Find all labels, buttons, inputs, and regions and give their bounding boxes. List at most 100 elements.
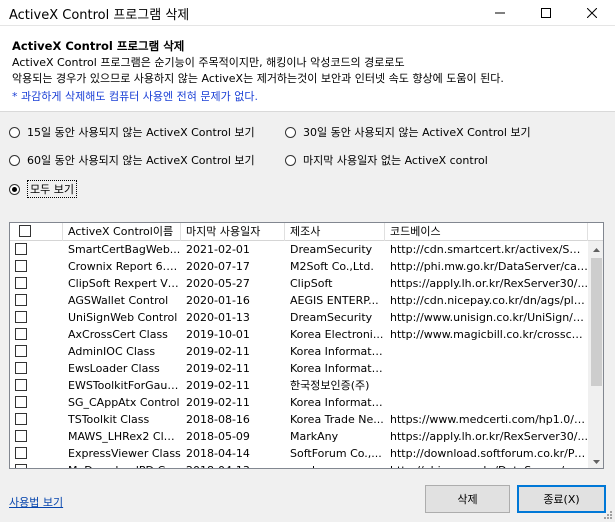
cell-manufacturer: Korea Informati... bbox=[290, 345, 385, 358]
select-all-checkbox[interactable] bbox=[19, 225, 31, 237]
activex-list[interactable]: ActiveX Control이름 마지막 사용일자 제조사 코드베이스 Sma… bbox=[9, 222, 604, 469]
cell-last-used: 2018-04-14 bbox=[186, 447, 250, 460]
cell-last-used: 2019-02-11 bbox=[186, 396, 250, 409]
filter-no-date[interactable]: 마지막 사용일자 없는 ActiveX control bbox=[285, 152, 488, 168]
minimize-button[interactable] bbox=[477, 0, 523, 26]
row-checkbox[interactable] bbox=[15, 311, 27, 323]
header-description-1: ActiveX Control 프로그램은 순기능이 주목적이지만, 해킹이나 … bbox=[12, 56, 405, 69]
table-row[interactable]: EwsLoader Class 2019-02-11 Korea Informati… bbox=[10, 360, 588, 377]
filter-show-all-label: 모두 보기 bbox=[27, 180, 77, 198]
header-title: ActiveX Control 프로그램 삭제 bbox=[12, 39, 185, 53]
vertical-scrollbar[interactable] bbox=[588, 241, 603, 468]
filter-15-days-label: 15일 동안 사용되지 않는 ActiveX Control 보기 bbox=[27, 126, 255, 139]
column-header-name[interactable]: ActiveX Control이름 bbox=[63, 223, 181, 241]
help-link[interactable]: 사용법 보기 bbox=[9, 494, 63, 510]
resize-grip-icon[interactable] bbox=[603, 510, 613, 520]
row-checkbox[interactable] bbox=[15, 294, 27, 306]
maximize-button[interactable] bbox=[523, 0, 569, 26]
table-row[interactable]: MAWS_LHRex2 Class 2018-05-09 MarkAny https:… bbox=[10, 428, 588, 445]
filter-15-days[interactable]: 15일 동안 사용되지 않는 ActiveX Control 보기 bbox=[9, 124, 255, 140]
cell-last-used: 2020-01-13 bbox=[186, 311, 250, 324]
cell-manufacturer: markany bbox=[285, 462, 385, 468]
row-checkbox[interactable] bbox=[15, 430, 27, 442]
cell-name: EWSToolkitForGauc... bbox=[68, 379, 181, 392]
scrollbar-thumb[interactable] bbox=[591, 258, 602, 386]
cell-name: SG_CAppAtx Control bbox=[68, 396, 180, 409]
cell-name: ClipSoft Rexpert Vie... bbox=[68, 277, 181, 290]
row-checkbox[interactable] bbox=[15, 243, 27, 255]
cell-manufacturer: MarkAny bbox=[290, 430, 339, 443]
cell-manufacturer: Korea Informati... bbox=[290, 396, 385, 409]
table-row[interactable]: MaDownloadPD Co...2018-04-13markanyhttp:… bbox=[10, 462, 588, 468]
cell-name: MAWS_LHRex2 Class bbox=[68, 430, 181, 443]
window-title: ActiveX Control 프로그램 삭제 bbox=[9, 8, 190, 23]
table-row[interactable]: AGSWallet Control 2020-01-16 AEGIS ENTERP.… bbox=[10, 292, 588, 309]
scroll-up-button[interactable] bbox=[588, 241, 603, 258]
radio-no-date[interactable] bbox=[285, 154, 296, 166]
cell-codebase: http://phi.mw.go.kr/DataServer/cab... bbox=[385, 462, 588, 468]
row-checkbox[interactable] bbox=[15, 464, 27, 468]
radio-15-days[interactable] bbox=[9, 126, 20, 138]
cell-last-used: 2020-01-16 bbox=[186, 294, 250, 307]
column-header-manufacturer[interactable]: 제조사 bbox=[285, 223, 385, 241]
cell-manufacturer: ClipSoft bbox=[290, 277, 333, 290]
close-window-button[interactable] bbox=[569, 0, 615, 26]
row-checkbox[interactable] bbox=[15, 379, 27, 391]
table-row[interactable]: EWSToolkitForGauc... 2019-02-11 한국정보인증(주) bbox=[10, 377, 588, 394]
header-note: * 과감하게 삭제해도 컴퓨터 사용엔 전혀 문제가 없다. bbox=[12, 90, 258, 103]
table-row[interactable]: ClipSoft Rexpert Vie... 2020-05-27 ClipSof… bbox=[10, 275, 588, 292]
filter-60-days[interactable]: 60일 동안 사용되지 않는 ActiveX Control 보기 bbox=[9, 152, 255, 168]
filter-30-days[interactable]: 30일 동안 사용되지 않는 ActiveX Control 보기 bbox=[285, 124, 531, 140]
row-checkbox[interactable] bbox=[15, 396, 27, 408]
radio-show-all[interactable] bbox=[9, 183, 20, 195]
cell-name: ExpressViewer Class bbox=[68, 447, 181, 460]
row-checkbox[interactable] bbox=[15, 447, 27, 459]
table-row[interactable]: SG_CAppAtx Control 2019-02-11 Korea Inform… bbox=[10, 394, 588, 411]
radio-30-days[interactable] bbox=[285, 126, 296, 138]
row-checkbox[interactable] bbox=[15, 345, 27, 357]
row-checkbox[interactable] bbox=[15, 362, 27, 374]
cell-last-used: 2019-02-11 bbox=[186, 362, 250, 375]
cell-last-used: 2018-04-13 bbox=[181, 462, 285, 468]
cell-name: AGSWallet Control bbox=[68, 294, 169, 307]
filter-show-all[interactable]: 모두 보기 bbox=[9, 180, 77, 198]
filter-no-date-label: 마지막 사용일자 없는 ActiveX control bbox=[303, 154, 488, 167]
cell-codebase bbox=[385, 343, 588, 360]
cell-last-used: 2018-08-16 bbox=[186, 413, 250, 426]
chevron-down-icon bbox=[593, 459, 600, 464]
cell-name: AdminIOC Class bbox=[68, 345, 156, 358]
minimize-icon bbox=[495, 12, 505, 14]
table-row[interactable]: SmartCertBagWeb... 2021-02-01 DreamSecurit… bbox=[10, 241, 588, 258]
cell-name: AxCrossCert Class bbox=[68, 328, 168, 341]
row-checkbox[interactable] bbox=[15, 260, 27, 272]
row-checkbox[interactable] bbox=[15, 413, 27, 425]
table-row[interactable]: Crownix Report 6.0... 2020-07-17 M2Soft Co… bbox=[10, 258, 588, 275]
chevron-up-icon bbox=[593, 247, 600, 252]
cell-last-used: 2019-02-11 bbox=[186, 379, 250, 392]
maximize-icon bbox=[541, 8, 551, 18]
header-select-all[interactable] bbox=[10, 223, 63, 241]
cell-codebase: https://apply.lh.or.kr/RexServer30/... bbox=[390, 277, 588, 290]
close-icon bbox=[587, 8, 597, 18]
column-header-last-used[interactable]: 마지막 사용일자 bbox=[181, 223, 285, 241]
table-row[interactable]: AxCrossCert Class 2019-10-01 Korea Electro… bbox=[10, 326, 588, 343]
radio-60-days[interactable] bbox=[9, 154, 20, 166]
cell-name: MaDownloadPD Co... bbox=[63, 462, 181, 468]
delete-button[interactable]: 삭제 bbox=[425, 485, 510, 513]
table-row[interactable]: TSToolkit Class 2018-08-16 Korea Trade Ne.… bbox=[10, 411, 588, 428]
row-checkbox[interactable] bbox=[15, 328, 27, 340]
table-row[interactable]: AdminIOC Class 2019-02-11 Korea Informati.… bbox=[10, 343, 588, 360]
scroll-down-button[interactable] bbox=[588, 453, 603, 468]
cell-codebase: http://phi.mw.go.kr/DataServer/cab... bbox=[390, 260, 588, 273]
table-row[interactable]: ExpressViewer Class 2018-04-14 SoftForum C… bbox=[10, 445, 588, 462]
cell-name: SmartCertBagWeb... bbox=[68, 243, 181, 256]
close-button[interactable]: 종료(X) bbox=[517, 485, 606, 513]
cell-codebase bbox=[385, 360, 588, 377]
cell-manufacturer: Korea Informati... bbox=[290, 362, 385, 375]
table-row[interactable]: UniSignWeb Control 2020-01-13 DreamSecurit… bbox=[10, 309, 588, 326]
cell-last-used: 2018-05-09 bbox=[186, 430, 250, 443]
column-header-codebase[interactable]: 코드베이스 bbox=[385, 223, 588, 241]
cell-name: TSToolkit Class bbox=[68, 413, 150, 426]
cell-codebase: http://www.unisign.co.kr/UniSign/U... bbox=[390, 311, 588, 324]
row-checkbox[interactable] bbox=[15, 277, 27, 289]
